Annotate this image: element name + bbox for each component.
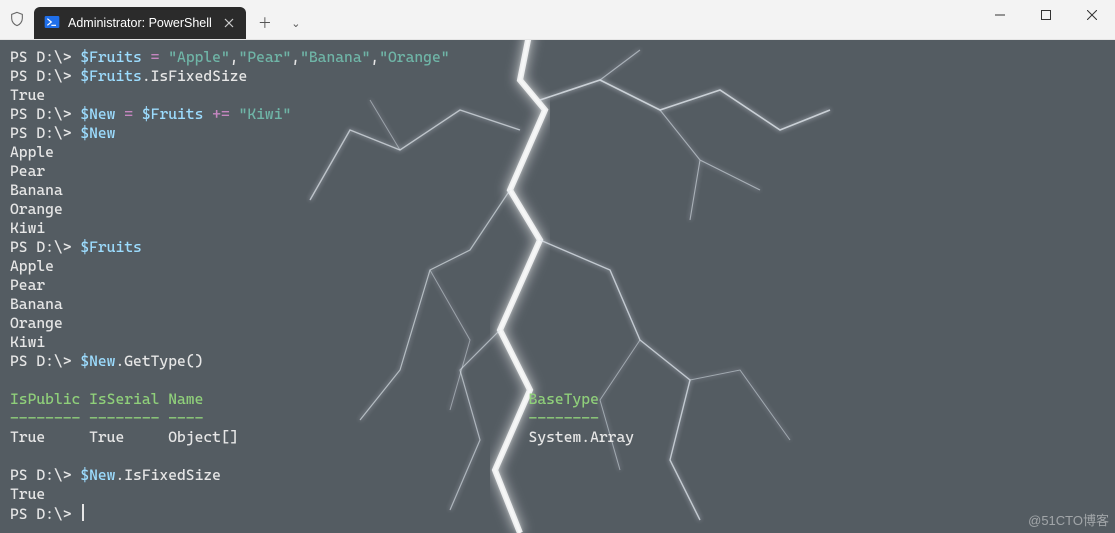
- new-tab-button[interactable]: ＋: [250, 8, 280, 38]
- tab-powershell[interactable]: Administrator: PowerShell: [34, 7, 246, 39]
- terminal-pane[interactable]: PS D:\> $Fruits = "Apple","Pear","Banana…: [0, 40, 1115, 533]
- scrollbar[interactable]: [1100, 40, 1114, 533]
- window-controls: [977, 0, 1115, 30]
- window-close-button[interactable]: [1069, 0, 1115, 30]
- terminal-output: PS D:\> $Fruits = "Apple","Pear","Banana…: [0, 40, 1115, 530]
- titlebar: Administrator: PowerShell ＋ ⌄: [0, 0, 1115, 40]
- minimize-button[interactable]: [977, 0, 1023, 30]
- powershell-icon: [44, 14, 60, 33]
- maximize-button[interactable]: [1023, 0, 1069, 30]
- shield-icon: [0, 0, 34, 39]
- tab-strip: Administrator: PowerShell ＋ ⌄: [34, 0, 308, 39]
- tab-title: Administrator: PowerShell: [68, 16, 212, 30]
- tab-close-button[interactable]: [220, 14, 238, 32]
- watermark: @51CTO博客: [1028, 510, 1109, 529]
- tab-dropdown-button[interactable]: ⌄: [284, 8, 308, 38]
